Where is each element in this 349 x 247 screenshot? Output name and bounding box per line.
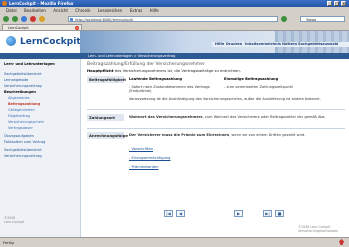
col-laufende: Laufende Beitragszahlung <box>129 77 183 81</box>
intro-bold: Hauptpflicht <box>87 68 114 73</box>
window-titlebar: LernCockpit - Mozilla Firefox _ □ × <box>0 0 349 7</box>
sidebar-item[interactable]: Lernangebote <box>4 78 28 82</box>
row1-line2: - zum vereinbarten Zahlungszeitpunkt <box>224 85 293 89</box>
tab-label: LernCockpit <box>8 26 29 30</box>
sidebar-item[interactable]: Fallstudien zum Vertrag <box>4 140 45 144</box>
sidebar-item[interactable]: Übungsaufgaben <box>4 134 34 138</box>
status-text: Fertig <box>3 240 14 245</box>
url-bar[interactable]: http://localhost:8080/lerncockpit/ <box>68 16 278 22</box>
index-button[interactable]: ■ <box>275 210 284 217</box>
reload-icon[interactable] <box>21 16 27 22</box>
stop-icon[interactable] <box>30 16 36 22</box>
tab-bar: LernCockpit × <box>0 24 349 31</box>
link-praemienkonten[interactable]: - Prämienkonten <box>129 165 159 169</box>
col-einmalige: Einmalige Beitragszahlung <box>224 77 279 81</box>
prev-page-button[interactable]: ◀ <box>176 210 185 217</box>
page-content: LernCockpit Hilfe Drucken Inhaltsverzeic… <box>0 31 349 237</box>
sidebar-item[interactable]: Versicherungsvertrag <box>4 84 42 88</box>
row-label-zahlungsort: Zahlungsort <box>87 114 124 121</box>
sidebar-item[interactable]: Lern- und Lehrunterlagen <box>4 62 55 66</box>
intro-rest: des Versicherungsnehmers ist, die Vertra… <box>113 68 241 73</box>
breadcrumb-text: Lern- und Lehrunterlagen > Versicherungs… <box>88 54 176 58</box>
tab-lerncockpit[interactable]: LernCockpit × <box>2 24 82 30</box>
nav-notizen[interactable]: Notizen <box>282 42 297 46</box>
row1-line1: - Sofort nach Zustandekommen des Vertrag… <box>129 85 210 93</box>
menu-bearbeiten[interactable]: Bearbeiten <box>24 8 46 13</box>
row1-line3: Voraussetzung ist die Aushändigung des V… <box>129 97 321 101</box>
url-text: http://localhost:8080/lerncockpit/ <box>75 18 134 22</box>
sidebar-item[interactable]: Beschreibungen <box>4 90 36 94</box>
row3-rest: , wenn sie von einem Dritten gezahlt wir… <box>229 133 306 137</box>
next-page-button[interactable]: ▶ <box>234 210 243 217</box>
section-title: Beitragszahlung/Erfüllung der Versicheru… <box>87 62 205 67</box>
window-title: LernCockpit - Mozilla Firefox <box>9 1 74 6</box>
row2-bold: Wohnort des Versicherungsnehmers <box>129 115 203 119</box>
sidebar-item[interactable]: Sachgebietsübersicht <box>4 72 42 76</box>
home-icon[interactable] <box>39 16 45 22</box>
site-logo[interactable]: LernCockpit <box>0 31 81 53</box>
sidebar-item[interactable]: Folgebeitrag <box>8 114 30 118</box>
last-page-button[interactable]: ▶| <box>263 210 272 217</box>
back-icon[interactable] <box>3 16 9 22</box>
row-label-beitragsfaelligkeit: Beitragsfälligkeit <box>87 76 126 83</box>
sidebar-item[interactable]: Vertragsdauer <box>8 126 33 130</box>
page-icon <box>70 18 73 21</box>
sidebar: Lern- und Lehrunterlagen Sachgebietsüber… <box>0 59 81 237</box>
sidebar-footer: ©2008 Lern-Cockpit <box>4 216 24 224</box>
forward-icon[interactable] <box>12 16 18 22</box>
row2-text: Wohnort des Versicherungsnehmers, zum Wo… <box>129 115 344 119</box>
menu-extras[interactable]: Extras <box>130 8 143 13</box>
firefox-icon <box>2 1 7 6</box>
sidebar-item[interactable]: Obliegenheiten <box>8 108 35 112</box>
close-button[interactable]: × <box>341 1 346 6</box>
search-input[interactable]: Yahoo <box>300 16 345 22</box>
nav-inhaltsverzeichnis[interactable]: Inhaltsverzeichnis <box>245 42 281 46</box>
link-einzugsermaechtigung[interactable]: - Einzugsermächtigung <box>129 156 170 160</box>
menu-datei[interactable]: Datei <box>6 8 17 13</box>
link-vorschriften[interactable]: - Vorschriften <box>129 147 153 151</box>
search-engine-label: Yahoo <box>306 18 317 22</box>
menu-chronik[interactable]: Chronik <box>75 8 90 13</box>
menu-hilfe[interactable]: Hilfe <box>150 8 159 13</box>
addon-icon[interactable] <box>339 239 344 245</box>
menu-lesezeichen[interactable]: Lesezeichen <box>98 8 123 13</box>
main-content: Beitragszahlung/Erfüllung der Versicheru… <box>84 59 349 237</box>
sidebar-footer-line: Lern-Cockpit <box>4 220 25 224</box>
site-nav: Hilfe Drucken Inhaltsverzeichnis Notizen… <box>212 42 349 47</box>
logo-text: LernCockpit <box>20 37 81 47</box>
close-tab-icon[interactable]: × <box>75 26 79 30</box>
divider <box>87 128 345 129</box>
row3-text: Der Versicherer muss die Prämie zum Einr… <box>129 133 344 137</box>
intro-text: Hauptpflicht des Versicherungsnehmers is… <box>87 68 345 73</box>
row-label-anrechnungsfolge: Anrechnungsfolge <box>87 132 128 139</box>
first-page-button[interactable]: |◀ <box>164 210 173 217</box>
row2-rest: , zum Wohnort des Versicherers oder Beit… <box>202 115 326 119</box>
nav-hilfe[interactable]: Hilfe <box>215 42 224 46</box>
sidebar-item-active[interactable]: Beitragszahlung <box>8 102 40 106</box>
sidebar-item[interactable]: Sachgebietsübersicht <box>4 148 42 152</box>
go-icon[interactable] <box>281 16 287 22</box>
maximize-button[interactable]: □ <box>334 1 339 6</box>
logo-mark <box>6 36 16 46</box>
nav-sachgebietsauswahl[interactable]: Sachgebietsauswahl <box>298 42 338 46</box>
menu-bar: Datei Bearbeiten Ansicht Chronik Lesezei… <box>0 7 349 14</box>
sidebar-item[interactable]: Versicherungsschein <box>8 120 44 124</box>
sidebar-item[interactable]: Versicherungsvertrag <box>4 154 42 158</box>
divider <box>87 109 345 110</box>
menu-ansicht[interactable]: Ansicht <box>53 8 68 13</box>
minimize-button[interactable]: _ <box>327 1 332 6</box>
sidebar-item[interactable]: Allgemeines <box>8 96 29 100</box>
pager: |◀ ◀ ▶ ▶| ■ <box>84 210 349 220</box>
copyright: ©2008 Lern-Cockpit Versicherungsfachwiss… <box>298 225 339 233</box>
nav-drucken[interactable]: Drucken <box>226 42 242 46</box>
row3-bold: Der Versicherer muss die Prämie zum Einr… <box>129 133 230 137</box>
